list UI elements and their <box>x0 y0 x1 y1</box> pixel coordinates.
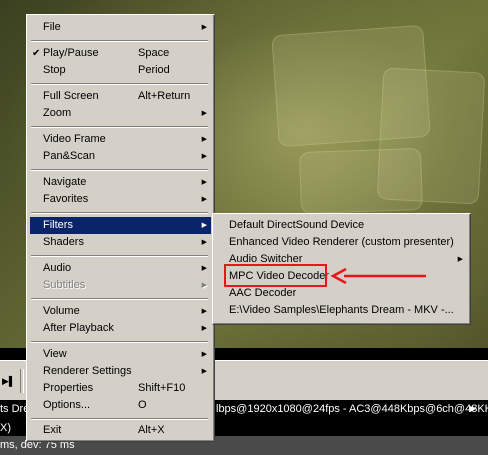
menu-item-file[interactable]: File ▶ <box>30 19 211 36</box>
annotation-arrow-icon <box>330 268 426 284</box>
submenu-item-source-file[interactable]: E:\Video Samples\Elephants Dream - MKV -… <box>216 302 467 319</box>
submenu-arrow-icon: ▶ <box>201 153 207 160</box>
menu-item-zoom[interactable]: Zoom ▶ <box>30 105 211 122</box>
menu-separator <box>31 169 208 171</box>
submenu-arrow-icon: ▶ <box>201 351 207 358</box>
menu-item-subtitles: Subtitles ▶ <box>30 277 211 294</box>
menu-item-play-pause[interactable]: ✔ Play/Pause Space <box>30 45 211 62</box>
submenu-item-aac-decoder[interactable]: AAC Decoder <box>216 285 467 302</box>
menu-item-pan-scan[interactable]: Pan&Scan ▶ <box>30 148 211 165</box>
submenu-arrow-icon: ▶ <box>201 282 207 289</box>
scroll-right-icon[interactable]: ▶ <box>470 404 476 414</box>
menu-item-options[interactable]: Options... O <box>30 397 211 414</box>
submenu-arrow-icon: ▶ <box>201 222 207 229</box>
toolbar-separator <box>20 369 24 393</box>
submenu-arrow-icon: ▶ <box>201 179 207 186</box>
submenu-arrow-icon: ▶ <box>201 24 207 31</box>
submenu-arrow-icon: ▶ <box>201 196 207 203</box>
submenu-arrow-icon: ▶ <box>201 265 207 272</box>
submenu-arrow-icon: ▶ <box>201 110 207 117</box>
menu-item-filters[interactable]: Filters ▶ <box>30 217 211 234</box>
menu-item-after-playback[interactable]: After Playback ▶ <box>30 320 211 337</box>
stream-info-text: lbps@1920x1080@24fps - AC3@448Kbps@6ch@4… <box>216 403 488 415</box>
menu-item-shaders[interactable]: Shaders ▶ <box>30 234 211 251</box>
menu-separator <box>31 418 208 420</box>
menu-item-navigate[interactable]: Navigate ▶ <box>30 174 211 191</box>
submenu-arrow-icon: ▶ <box>457 256 463 263</box>
submenu-item-enhanced-video-renderer[interactable]: Enhanced Video Renderer (custom presente… <box>216 234 467 251</box>
context-menu: File ▶ ✔ Play/Pause Space Stop Period Fu… <box>26 14 215 442</box>
submenu-arrow-icon: ▶ <box>201 136 207 143</box>
menu-separator <box>31 212 208 214</box>
check-icon: ✔ <box>32 48 41 59</box>
stream-info-left: ts Dre <box>0 403 30 415</box>
menu-item-properties[interactable]: Properties Shift+F10 <box>30 380 211 397</box>
skip-forward-icon[interactable]: ▶▌ <box>2 375 15 387</box>
menu-item-stop[interactable]: Stop Period <box>30 62 211 79</box>
menu-item-audio[interactable]: Audio ▶ <box>30 260 211 277</box>
submenu-arrow-icon: ▶ <box>201 368 207 375</box>
menu-item-favorites[interactable]: Favorites ▶ <box>30 191 211 208</box>
submenu-arrow-icon: ▶ <box>201 325 207 332</box>
highlight-box <box>224 264 327 287</box>
menu-separator <box>31 40 208 42</box>
menu-item-view[interactable]: View ▶ <box>30 346 211 363</box>
submenu-arrow-icon: ▶ <box>201 308 207 315</box>
menu-separator <box>31 83 208 85</box>
menu-item-volume[interactable]: Volume ▶ <box>30 303 211 320</box>
menu-item-renderer-settings[interactable]: Renderer Settings ▶ <box>30 363 211 380</box>
submenu-arrow-icon: ▶ <box>201 239 207 246</box>
menu-separator <box>31 126 208 128</box>
submenu-item-default-directsound[interactable]: Default DirectSound Device <box>216 217 467 234</box>
menu-separator <box>31 298 208 300</box>
menu-item-exit[interactable]: Exit Alt+X <box>30 422 211 439</box>
menu-item-full-screen[interactable]: Full Screen Alt+Return <box>30 88 211 105</box>
menu-item-video-frame[interactable]: Video Frame ▶ <box>30 131 211 148</box>
video-frame-cushion <box>298 147 424 215</box>
menu-separator <box>31 341 208 343</box>
menu-separator <box>31 255 208 257</box>
